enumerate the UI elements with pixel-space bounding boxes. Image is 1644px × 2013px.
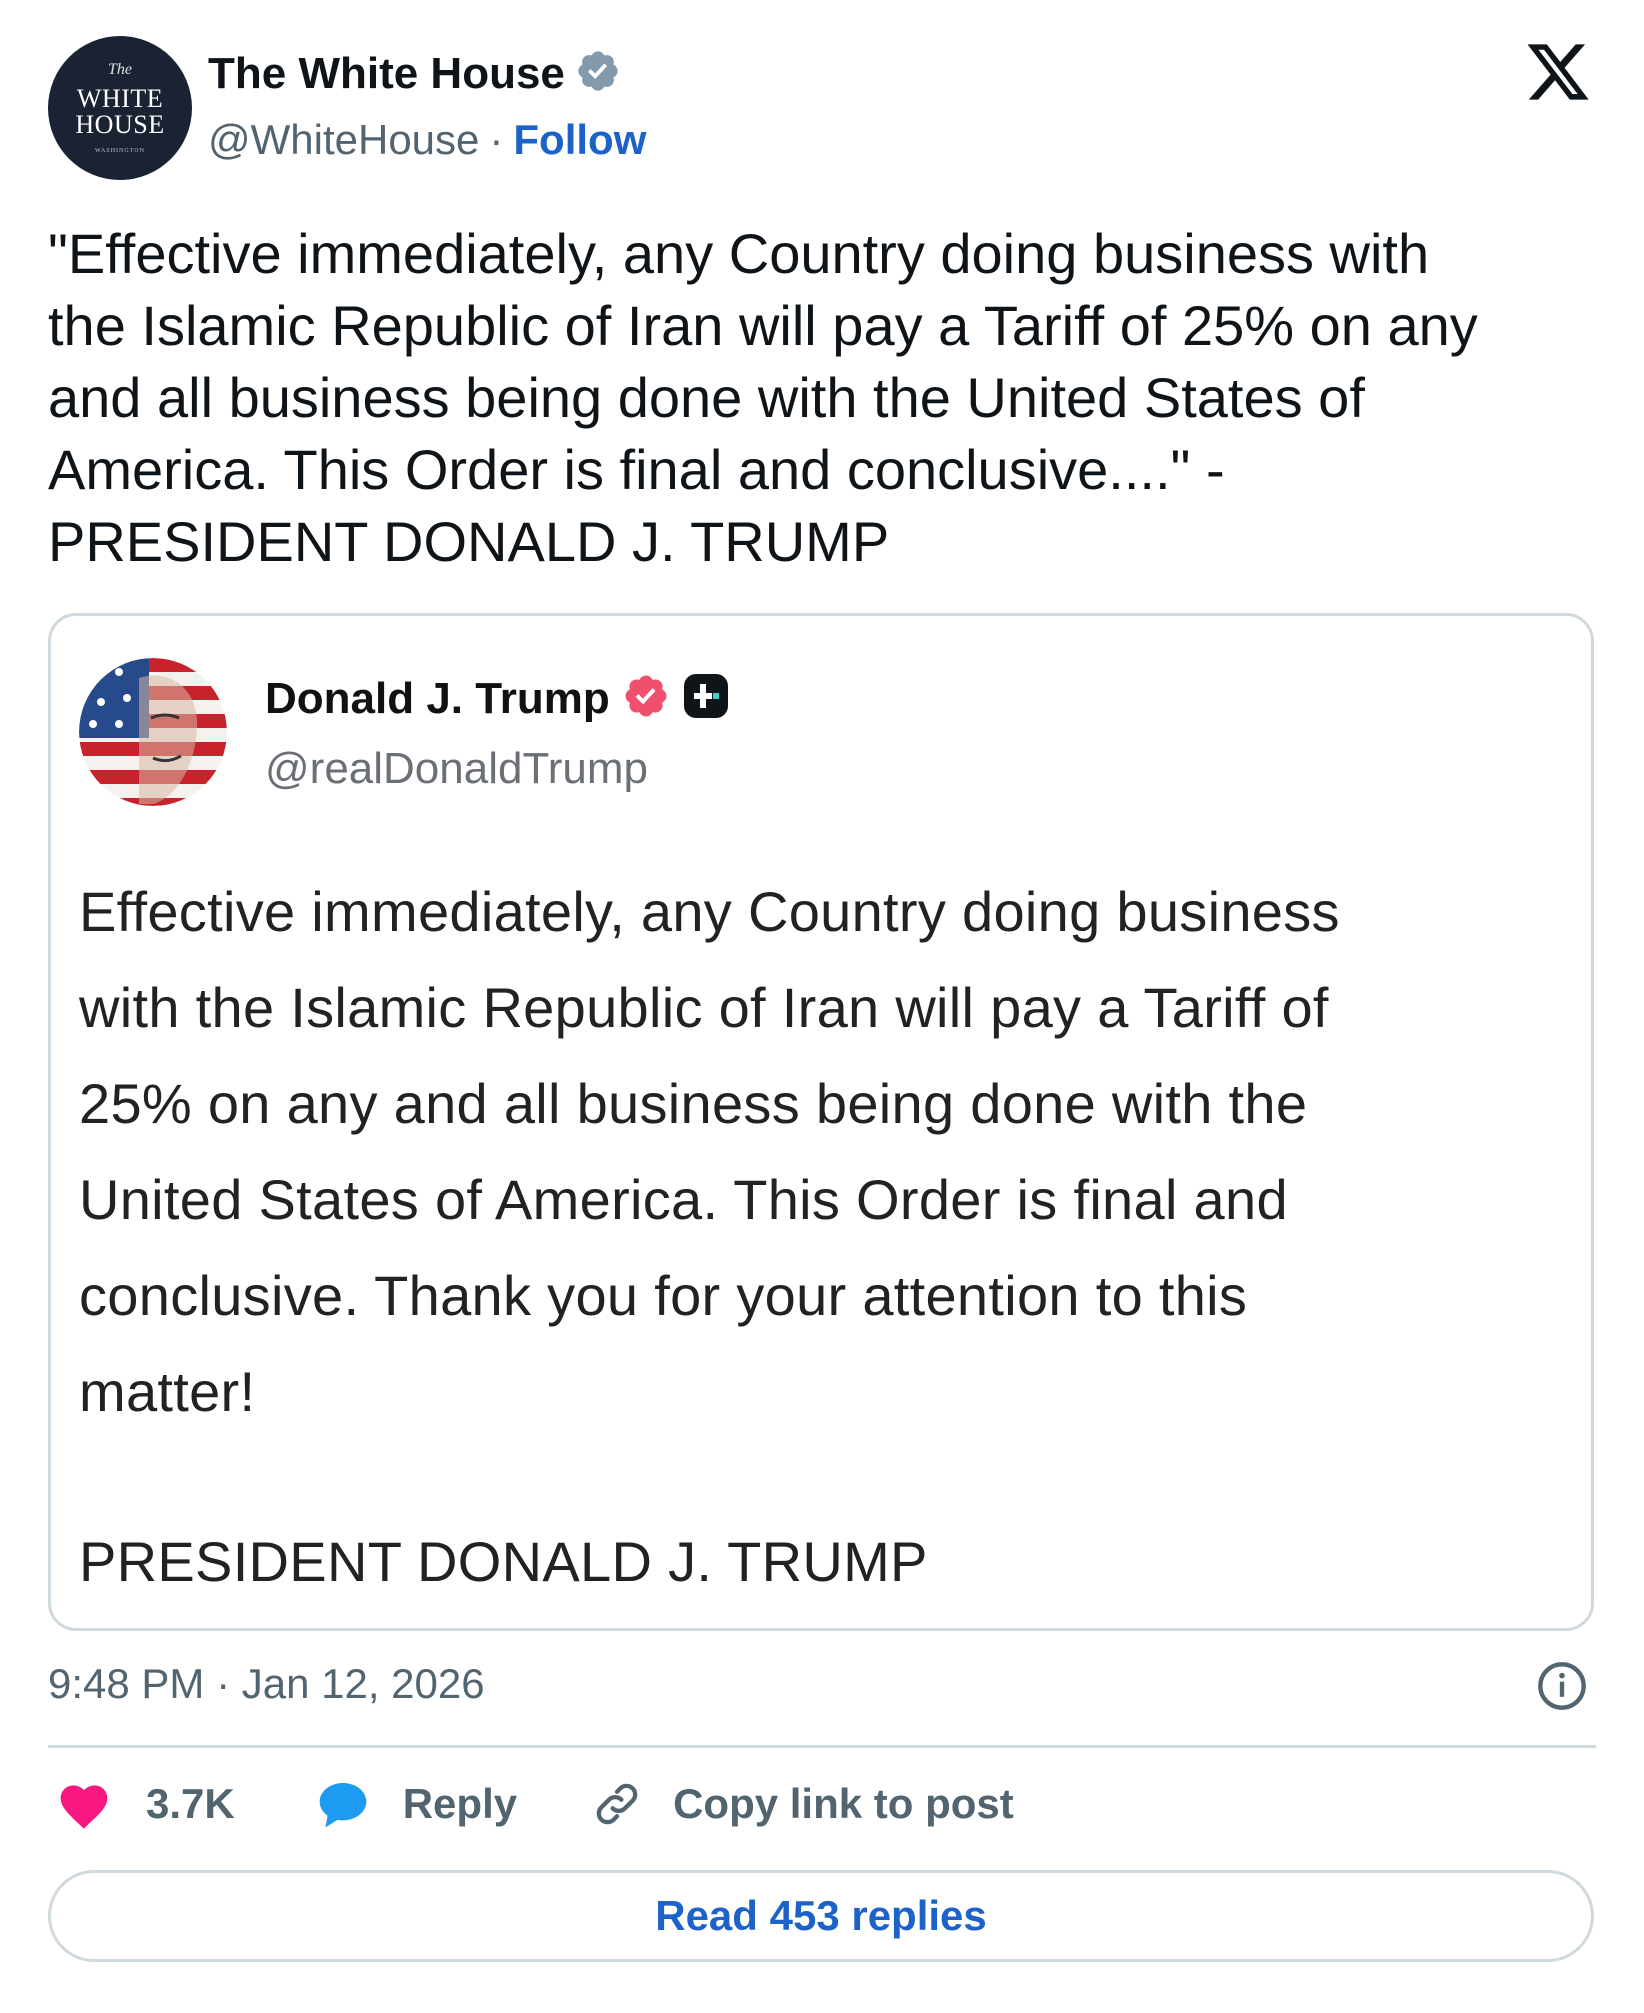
handle-separator: ·	[489, 116, 504, 163]
author-handle[interactable]: @WhiteHouse	[208, 116, 479, 164]
verified-badge-icon	[575, 48, 621, 99]
reply-label: Reply	[402, 1780, 518, 1827]
like-count: 3.7K	[146, 1780, 235, 1827]
quoted-post-signature: PRESIDENT DONALD J. TRUMP	[79, 1530, 928, 1593]
copy-link-label: Copy link to post	[673, 1780, 1014, 1827]
quoted-author-name[interactable]: Donald J. Trump	[265, 674, 610, 724]
quoted-author-avatar[interactable]	[79, 658, 227, 806]
x-logo-icon[interactable]	[1524, 38, 1592, 106]
quoted-author-handle[interactable]: @realDonaldTrump	[265, 744, 648, 794]
quoted-post[interactable]: Donald J. Trump @realDonaldTrump Effecti…	[48, 613, 1594, 1631]
avatar-text-white: WHITE	[76, 84, 164, 113]
reply-button[interactable]: Reply	[315, 1778, 517, 1830]
info-icon[interactable]	[1536, 1660, 1588, 1712]
author-name-row: The White House	[208, 48, 621, 99]
post-timestamp[interactable]: 9:48 PM · Jan 12, 2026	[48, 1660, 485, 1708]
quoted-post-body: Effective immediately, any Country doing…	[79, 880, 1340, 1423]
avatar-text-washington: WASHINGTON	[95, 148, 145, 154]
read-replies-button[interactable]: Read 453 replies	[48, 1870, 1594, 1962]
verified-badge-icon	[622, 672, 670, 725]
avatar-text-house: HOUSE	[75, 110, 165, 139]
divider	[48, 1745, 1596, 1748]
like-button[interactable]: 3.7K	[56, 1778, 235, 1830]
post-text: "Effective immediately, any Country doin…	[48, 222, 1478, 573]
author-name[interactable]: The White House	[208, 49, 565, 99]
link-icon	[591, 1778, 643, 1830]
action-bar: 3.7K Reply Copy link to post	[56, 1778, 1014, 1830]
follow-button[interactable]: Follow	[513, 116, 646, 164]
speech-bubble-icon	[315, 1778, 371, 1830]
heart-icon	[56, 1778, 112, 1830]
copy-link-button[interactable]: Copy link to post	[591, 1778, 1014, 1830]
quoted-author-name-row: Donald J. Trump	[265, 672, 730, 725]
avatar-text-the: The	[108, 61, 132, 78]
author-avatar[interactable]: The WHITE HOUSE WASHINGTON	[48, 36, 192, 180]
author-handle-row: @WhiteHouse · Follow	[208, 116, 646, 164]
embedded-post-card: The WHITE HOUSE WASHINGTON The White Hou…	[0, 0, 1644, 2013]
truth-social-icon	[682, 672, 730, 725]
